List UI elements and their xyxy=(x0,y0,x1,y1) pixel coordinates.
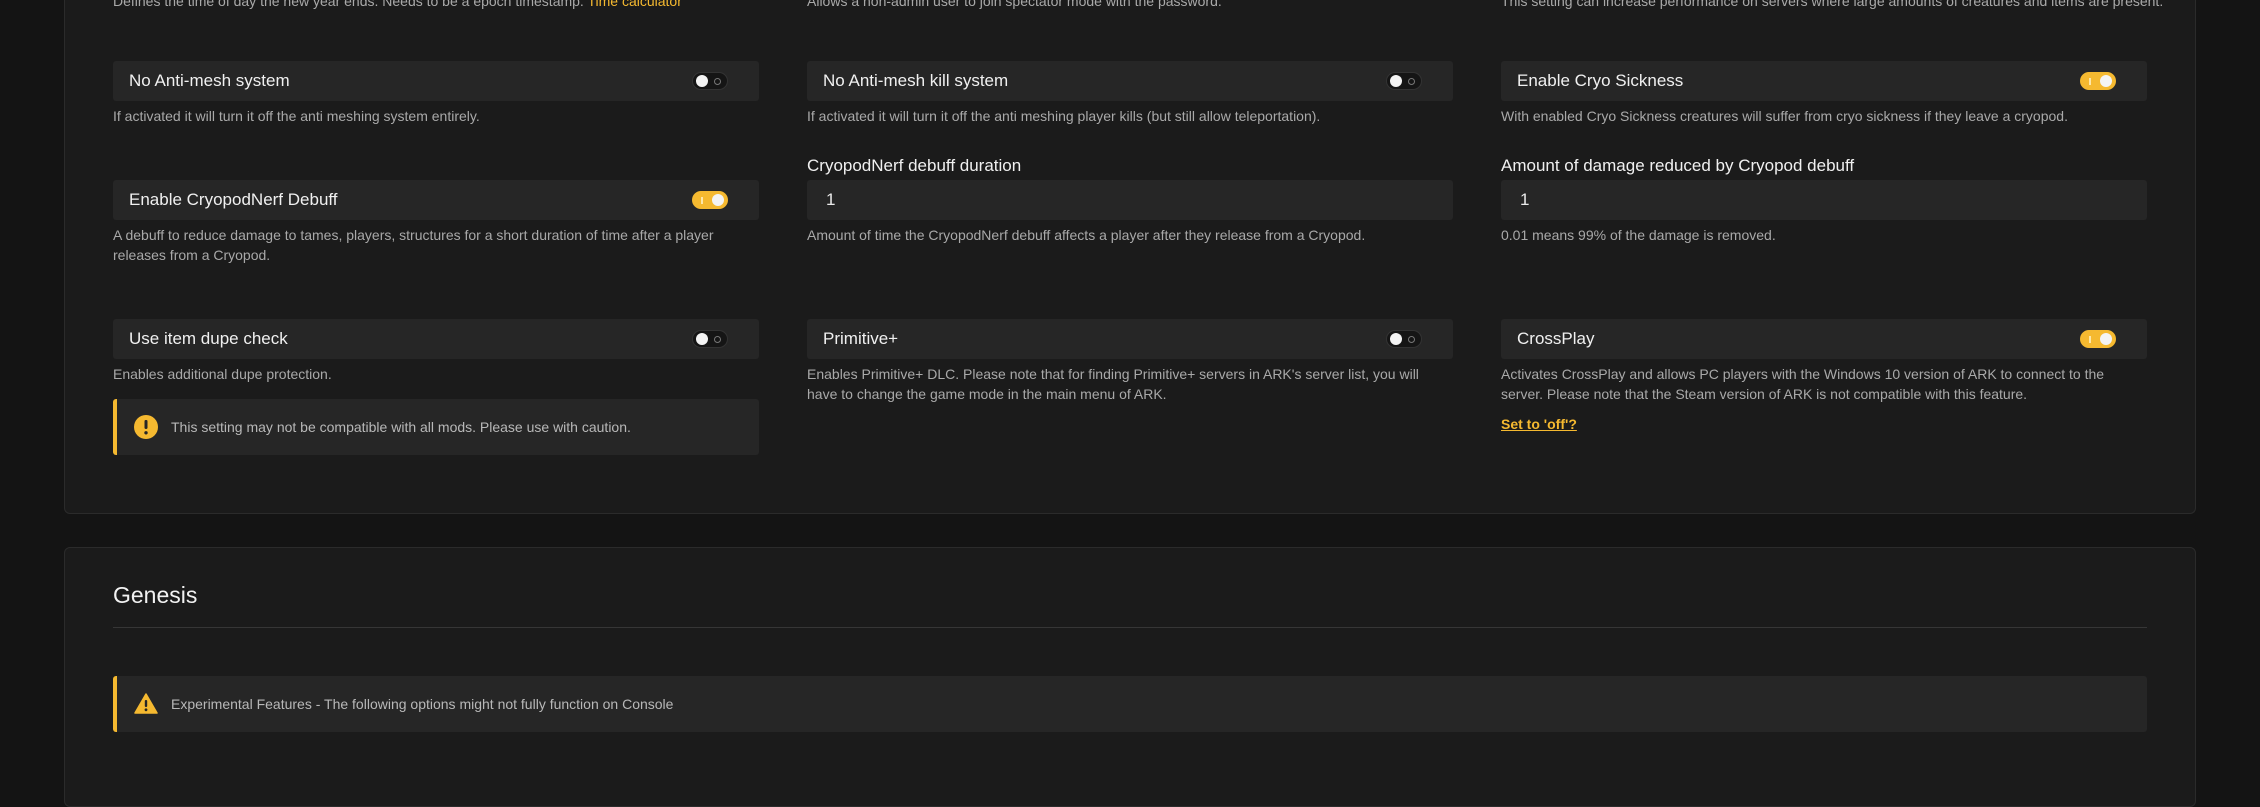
no-antimesh-kill-toggle[interactable] xyxy=(1386,72,1422,90)
item-dupe-check-desc: Enables additional dupe protection. xyxy=(113,366,332,382)
primitive-plus-row: Primitive+ xyxy=(807,319,1453,359)
toggle-off-indicator xyxy=(1408,336,1415,343)
crossplay-row: CrossPlay xyxy=(1501,319,2147,359)
cryo-sickness-row: Enable Cryo Sickness xyxy=(1501,61,2147,101)
toggle-knob xyxy=(2100,75,2112,87)
cryopodnerf-duration-input[interactable] xyxy=(807,180,1453,220)
cryo-sickness-label: Enable Cryo Sickness xyxy=(1517,71,1684,90)
toggle-off-indicator xyxy=(714,336,721,343)
no-antimesh-label: No Anti-mesh system xyxy=(129,71,290,90)
no-antimesh-kill-row: No Anti-mesh kill system xyxy=(807,61,1453,101)
experimental-features-alert: Experimental Features - The following op… xyxy=(113,676,2147,732)
cryopod-damage-input[interactable] xyxy=(1501,180,2147,220)
toggle-knob xyxy=(696,333,708,345)
cryopod-damage-desc: 0.01 means 99% of the damage is removed. xyxy=(1501,227,1776,243)
no-antimesh-desc: If activated it will turn it off the ant… xyxy=(113,108,480,124)
toggle-off-indicator xyxy=(714,78,721,85)
no-antimesh-kill-label: No Anti-mesh kill system xyxy=(823,71,1009,90)
experimental-features-text: Experimental Features - The following op… xyxy=(171,696,674,712)
top-desc-col1: Defines the time of day the new year end… xyxy=(113,0,813,11)
item-dupe-check-row: Use item dupe check xyxy=(113,319,759,359)
no-antimesh-toggle[interactable] xyxy=(692,72,728,90)
primitive-plus-label: Primitive+ xyxy=(823,329,899,348)
top-desc-col3: This setting can increase performance on… xyxy=(1501,0,2164,9)
compat-warning-alert: This setting may not be compatible with … xyxy=(113,399,759,455)
toggle-knob xyxy=(1390,333,1402,345)
toggle-on-indicator xyxy=(2089,336,2091,343)
item-dupe-check-toggle[interactable] xyxy=(692,330,728,348)
compat-warning-text: This setting may not be compatible with … xyxy=(171,419,631,435)
section-divider xyxy=(113,627,2147,628)
cryopod-damage-label: Amount of damage reduced by Cryopod debu… xyxy=(1501,156,1855,175)
cryopodnerf-duration-desc: Amount of time the CryopodNerf debuff af… xyxy=(807,227,1366,243)
primitive-plus-toggle[interactable] xyxy=(1386,330,1422,348)
toggle-on-indicator xyxy=(2089,78,2091,85)
toggle-knob xyxy=(712,194,724,206)
toggle-knob xyxy=(696,75,708,87)
cryopodnerf-duration-label: CryopodNerf debuff duration xyxy=(807,156,1022,175)
cryo-sickness-desc: With enabled Cryo Sickness creatures wil… xyxy=(1501,108,2068,124)
warning-triangle-icon xyxy=(134,693,158,714)
cryopodnerf-debuff-label: Enable CryopodNerf Debuff xyxy=(129,190,338,209)
no-antimesh-kill-desc: If activated it will turn it off the ant… xyxy=(807,108,1321,124)
toggle-off-indicator xyxy=(1408,78,1415,85)
toggle-knob xyxy=(1390,75,1402,87)
toggle-knob xyxy=(2100,333,2112,345)
cryopodnerf-debuff-desc: A debuff to reduce damage to tames, play… xyxy=(113,227,714,263)
section-title-genesis: Genesis xyxy=(113,582,198,608)
time-calculator-link[interactable]: Time calculator xyxy=(587,0,681,9)
primitive-plus-desc: Enables Primitive+ DLC. Please note that… xyxy=(807,366,1419,402)
toggle-on-indicator xyxy=(701,197,703,204)
crossplay-toggle[interactable] xyxy=(2080,330,2116,348)
crossplay-set-off-link[interactable]: Set to 'off'? xyxy=(1501,416,1577,432)
cryopodnerf-debuff-row: Enable CryopodNerf Debuff xyxy=(113,180,759,220)
cryopodnerf-debuff-toggle[interactable] xyxy=(692,191,728,209)
top-desc-col2: Allows a non-admin user to join spectato… xyxy=(807,0,1222,9)
top-desc-col1-text: Defines the time of day the new year end… xyxy=(113,0,584,9)
exclamation-circle-icon xyxy=(134,415,158,439)
crossplay-desc: Activates CrossPlay and allows PC player… xyxy=(1501,366,2105,402)
no-antimesh-row: No Anti-mesh system xyxy=(113,61,759,101)
cryo-sickness-toggle[interactable] xyxy=(2080,72,2116,90)
crossplay-label: CrossPlay xyxy=(1517,329,1595,348)
item-dupe-check-label: Use item dupe check xyxy=(129,329,288,348)
